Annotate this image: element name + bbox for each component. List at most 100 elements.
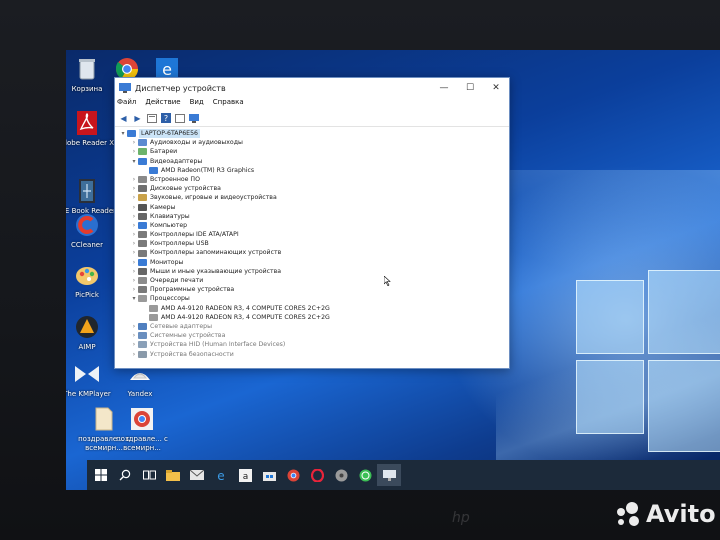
menu-action[interactable]: Действие <box>145 98 180 110</box>
device-manager-icon[interactable] <box>377 464 401 486</box>
expand-chevron-icon[interactable]: › <box>130 147 138 156</box>
collapse-chevron-icon[interactable]: ▾ <box>119 129 127 138</box>
expand-chevron-icon[interactable]: › <box>130 340 138 349</box>
tree-category-item[interactable]: ▾ Видеоадаптеры <box>119 157 509 166</box>
tree-device-item[interactable]: AMD A4-9120 RADEON R3, 4 COMPUTE CORES 2… <box>119 313 509 322</box>
tree-item-label: Звуковые, игровые и видеоустройства <box>150 194 277 202</box>
svg-text:?: ? <box>163 114 167 123</box>
device-manager-window[interactable]: Диспетчер устройств — ☐ ✕ Файл Действие … <box>114 77 510 369</box>
tree-category-item[interactable]: › Дисковые устройства <box>119 184 509 193</box>
close-button[interactable]: ✕ <box>483 83 509 93</box>
expand-chevron-icon[interactable]: › <box>130 276 138 285</box>
expand-chevron-icon[interactable]: › <box>130 350 138 359</box>
tree-item-label: Контроллеры запоминающих устройств <box>150 249 282 257</box>
tree-category-item[interactable]: › Клавиатуры <box>119 212 509 221</box>
maximize-button[interactable]: ☐ <box>457 83 483 93</box>
tree-category-item[interactable]: › Контроллеры IDE ATA/ATAPI <box>119 230 509 239</box>
menu-view[interactable]: Вид <box>190 98 204 110</box>
tree-device-item[interactable]: AMD Radeon(TM) R3 Graphics <box>119 166 509 175</box>
tree-category-item[interactable]: › Компьютер <box>119 221 509 230</box>
collapse-chevron-icon[interactable]: ▾ <box>130 157 138 166</box>
mail-icon[interactable] <box>185 464 209 486</box>
tree-item-label: Очереди печати <box>150 277 204 284</box>
expand-chevron-icon[interactable]: › <box>130 212 138 221</box>
device-category-icon <box>138 148 147 156</box>
desktop-icon-aimp[interactable]: AIMP <box>66 314 117 352</box>
tree-category-item[interactable]: › Сетевые адаптеры <box>119 322 509 331</box>
tree-device-item[interactable]: AMD A4-9120 RADEON R3, 4 COMPUTE CORES 2… <box>119 304 509 313</box>
expand-chevron-icon[interactable]: › <box>130 221 138 230</box>
expand-chevron-icon[interactable]: › <box>130 322 138 331</box>
back-arrow-icon[interactable]: ◀ <box>118 113 129 123</box>
tree-category-item[interactable]: › Устройства HID (Human Interface Devices… <box>119 340 509 349</box>
expand-chevron-icon[interactable]: › <box>130 175 138 184</box>
device-category-icon <box>138 258 147 266</box>
device-category-icon <box>138 295 147 303</box>
store-icon[interactable] <box>257 464 281 486</box>
tree-category-item[interactable]: ▾ Процессоры <box>119 294 509 303</box>
media-icon[interactable] <box>329 464 353 486</box>
tree-root[interactable]: ▾ LAPTOP-6TAP6E56 <box>119 129 509 139</box>
collapse-chevron-icon[interactable]: ▾ <box>130 294 138 303</box>
expand-chevron-icon[interactable]: › <box>130 285 138 294</box>
expand-chevron-icon[interactable]: › <box>130 239 138 248</box>
device-category-icon <box>138 139 147 147</box>
expand-chevron-icon[interactable]: › <box>130 193 138 202</box>
minimize-button[interactable]: — <box>431 83 457 93</box>
svg-text:e: e <box>217 469 224 481</box>
tree-category-item[interactable]: › Контроллеры запоминающих устройств <box>119 248 509 257</box>
edge-icon[interactable]: e <box>209 464 233 486</box>
tree-category-item[interactable]: › Мониторы <box>119 258 509 267</box>
tree-category-item[interactable]: › Мыши и иные указывающие устройства <box>119 267 509 276</box>
desktop-icon-adobe-reader[interactable]: Adobe Reader XI <box>66 110 117 148</box>
svg-text:a: a <box>242 472 248 482</box>
opera-icon[interactable] <box>305 464 329 486</box>
menu-file[interactable]: Файл <box>117 98 136 110</box>
menu-help[interactable]: Справка <box>213 98 244 110</box>
menu-bar: Файл Действие Вид Справка <box>115 98 509 110</box>
amazon-icon[interactable]: a <box>233 464 257 486</box>
tree-category-item[interactable]: › Программные устройства <box>119 285 509 294</box>
forward-arrow-icon[interactable]: ▶ <box>132 113 143 123</box>
whatsapp-icon[interactable] <box>353 464 377 486</box>
start-icon[interactable] <box>89 464 113 486</box>
taskbar: ea <box>87 460 720 490</box>
tree-category-item[interactable]: › Устройства безопасности <box>119 350 509 359</box>
tree-category-item[interactable]: › Контроллеры USB <box>119 239 509 248</box>
expand-chevron-icon[interactable]: › <box>130 331 138 340</box>
tree-category-item[interactable]: › Звуковые, игровые и видеоустройства <box>119 193 509 202</box>
task-view-icon[interactable] <box>137 464 161 486</box>
expand-chevron-icon[interactable]: › <box>130 258 138 267</box>
show-hidden-icon[interactable] <box>174 113 185 123</box>
device-category-icon <box>138 240 147 248</box>
properties-icon[interactable] <box>146 113 157 123</box>
expand-chevron-icon[interactable]: › <box>130 138 138 147</box>
tree-item-label: Сетевые адаптеры <box>150 322 212 330</box>
window-titlebar[interactable]: Диспетчер устройств — ☐ ✕ <box>115 78 509 98</box>
scan-hardware-icon[interactable] <box>188 113 199 123</box>
tree-item-label: Программные устройства <box>150 286 235 294</box>
tree-category-item[interactable]: › Камеры <box>119 203 509 212</box>
expand-chevron-icon[interactable]: › <box>130 184 138 193</box>
help-icon[interactable]: ? <box>160 113 171 123</box>
tree-category-item[interactable]: › Системные устройства <box>119 331 509 340</box>
expand-chevron-icon[interactable]: › <box>130 248 138 257</box>
desktop-icon-picpick[interactable]: PicPick <box>66 262 117 300</box>
tree-category-item[interactable]: › Батареи <box>119 147 509 156</box>
chrome-icon[interactable] <box>281 464 305 486</box>
device-category-icon <box>138 341 147 349</box>
desktop-icon-ccleaner[interactable]: CCleaner <box>66 212 117 250</box>
windows-wallpaper-logo <box>576 270 720 460</box>
expand-chevron-icon[interactable]: › <box>130 230 138 239</box>
desktop-icon-chrome-shortcut[interactable]: поздравле... с всемирн... <box>112 406 172 453</box>
expand-chevron-icon[interactable]: › <box>130 203 138 212</box>
expand-chevron-icon[interactable]: › <box>130 267 138 276</box>
device-category-icon <box>138 212 147 220</box>
tree-category-item[interactable]: › Аудиовходы и аудиовыходы <box>119 138 509 147</box>
tree-category-item[interactable]: › Очереди печати <box>119 276 509 285</box>
file-explorer-icon[interactable] <box>161 464 185 486</box>
search-icon[interactable] <box>113 464 137 486</box>
tree-category-item[interactable]: › Встроенное ПО <box>119 175 509 184</box>
device-category-icon <box>149 166 158 174</box>
device-category-icon <box>138 221 147 229</box>
